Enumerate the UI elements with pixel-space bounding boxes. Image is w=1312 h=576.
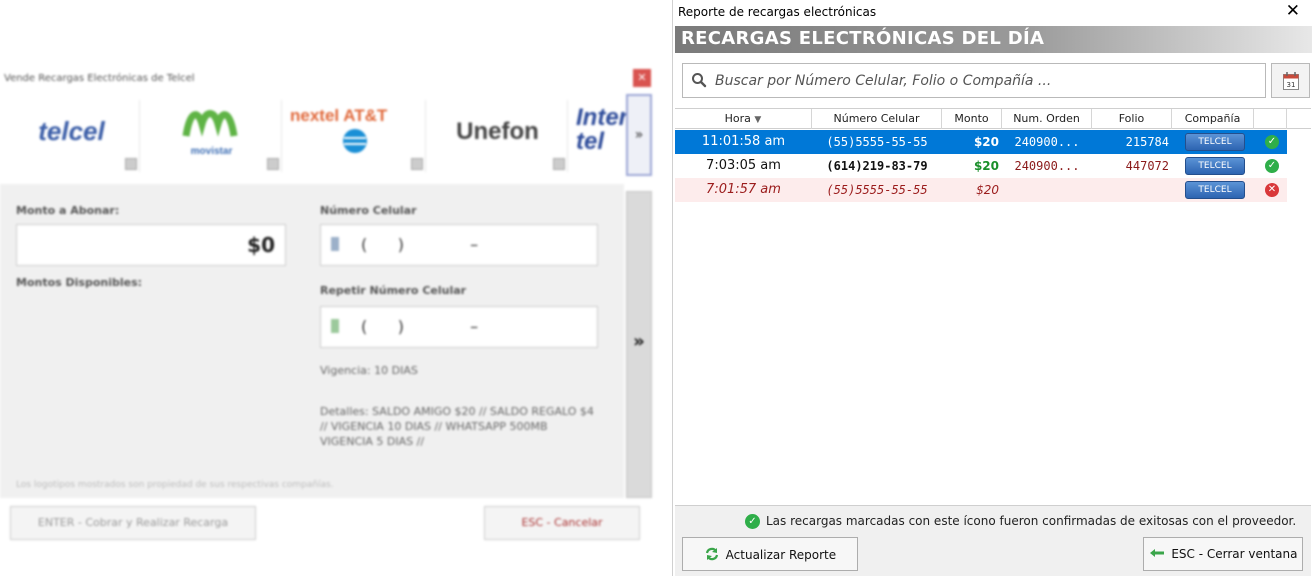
sale-form-panel: Monto a Abonar: $0 Montos Disponibles: N… (0, 184, 624, 498)
att-globe-icon (343, 129, 367, 153)
close-window-button[interactable]: ESC - Cerrar ventana (1143, 537, 1303, 571)
carrier-checkbox[interactable] (411, 158, 423, 170)
carrier-telcel[interactable]: telcel (4, 100, 140, 172)
carousel-next-button[interactable]: » (626, 94, 652, 176)
vigencia-text: Vigencia: 10 DIAS (320, 364, 418, 377)
column-header-hora[interactable]: Hora ▼ (675, 109, 812, 129)
calendar-icon: 31 (1283, 72, 1299, 90)
dialog-footer: ✓ Las recargas marcadas con este ícono f… (675, 505, 1311, 576)
refresh-icon (705, 547, 718, 561)
phone-check-icon (331, 319, 339, 333)
nextel-att-logo: nextel AT&T (290, 106, 388, 125)
amount-label: Monto a Abonar: (16, 204, 120, 217)
repeat-phone-field[interactable]: ( ) – (320, 306, 598, 348)
amount-field[interactable]: $0 (16, 224, 286, 266)
calendar-button[interactable]: 31 (1271, 63, 1310, 98)
cell-orden (1002, 178, 1092, 202)
movistar-m-icon (182, 110, 238, 137)
cell-orden: 240900... (1014, 135, 1080, 149)
cell-hora: 7:03:05 am (706, 158, 781, 173)
column-label: Hora (724, 112, 751, 125)
refresh-label: Actualizar Reporte (725, 548, 837, 562)
repeat-phone-mask: ( ) – (361, 317, 479, 336)
carrier-checkbox[interactable] (267, 158, 279, 170)
table-row[interactable]: 7:01:57 am (55)5555-55-55 $20 TELCEL ✕ (675, 178, 1287, 202)
details-text: Detalles: SALDO AMIGO $20 // SALDO REGAL… (320, 405, 594, 448)
column-header-monto[interactable]: Monto (942, 109, 1002, 129)
cell-numero: (614)219-83-79 (826, 159, 928, 173)
report-dialog: Reporte de recargas electrónicas ✕ RECAR… (672, 0, 1312, 576)
esc-cancel-button[interactable]: ESC - Cancelar (484, 506, 640, 540)
amount-value: $0 (247, 233, 275, 257)
error-x-icon: ✕ (1265, 183, 1279, 197)
phone-label: Número Celular (320, 204, 417, 217)
column-header-compania[interactable]: Compañía (1172, 109, 1254, 129)
success-check-icon: ✓ (1265, 135, 1279, 149)
company-tag-telcel[interactable]: TELCEL (1185, 133, 1245, 151)
column-header-orden[interactable]: Num. Orden (1002, 109, 1092, 129)
company-tag-telcel[interactable]: TELCEL (1185, 181, 1245, 199)
dialog-title: Reporte de recargas electrónicas (678, 5, 877, 19)
carrier-intertel[interactable]: Inter tel (570, 100, 626, 172)
cell-numero: (55)5555-55-55 (826, 183, 928, 197)
logos-footnote: Los logotipos mostrados son propiedad de… (16, 480, 334, 490)
close-window-label: ESC - Cerrar ventana (1171, 547, 1298, 561)
table-row[interactable]: 11:01:58 am (55)5555-55-55 $20 240900...… (675, 130, 1287, 154)
available-amounts-label: Montos Disponibles: (16, 276, 143, 289)
banner-title: RECARGAS ELECTRÓNICAS DEL DÍA (681, 28, 1045, 49)
enter-charge-button[interactable]: ENTER - Cobrar y Realizar Recarga (10, 506, 256, 540)
carrier-checkbox[interactable] (125, 158, 137, 170)
repeat-phone-label: Repetir Número Celular (320, 284, 467, 297)
column-header-status (1254, 109, 1287, 129)
cell-hora: 7:01:57 am (706, 182, 781, 197)
cell-folio: 447072 (1125, 159, 1169, 173)
phone-number-field[interactable]: ( ) – (320, 224, 598, 266)
search-input[interactable] (715, 70, 1255, 92)
calendar-day: 31 (1287, 81, 1296, 89)
cell-numero: (55)5555-55-55 (826, 135, 928, 149)
cell-folio (1092, 178, 1172, 202)
arrow-left-icon (1149, 549, 1164, 557)
cell-monto: $20 (973, 159, 999, 173)
window-title: Vende Recargas Electrónicas de Telcel (4, 73, 195, 84)
phone-mask: ( ) – (361, 235, 479, 254)
legend-note: ✓ Las recargas marcadas con este ícono f… (745, 514, 1297, 529)
cell-monto: $20 (976, 183, 999, 197)
panel-toggle-button[interactable]: » (626, 191, 652, 498)
search-box[interactable] (682, 63, 1266, 98)
success-check-icon: ✓ (1265, 159, 1279, 173)
close-icon[interactable]: ✕ (633, 69, 651, 87)
carrier-nextel-att[interactable]: nextel AT&T (284, 100, 426, 172)
refresh-report-button[interactable]: Actualizar Reporte (682, 537, 858, 571)
close-icon[interactable]: ✕ (1286, 1, 1300, 21)
report-banner: RECARGAS ELECTRÓNICAS DEL DÍA (675, 26, 1312, 53)
background-sale-window: Vende Recargas Electrónicas de Telcel ✕ … (0, 60, 660, 576)
legend-text: Las recargas marcadas con este ícono fue… (766, 514, 1297, 528)
cell-monto: $20 (973, 135, 999, 149)
company-tag-telcel[interactable]: TELCEL (1185, 157, 1245, 175)
carrier-movistar[interactable]: movistar (142, 100, 282, 172)
intertel-logo: Inter tel (576, 104, 626, 155)
cell-folio: 215784 (1125, 135, 1169, 149)
success-check-icon: ✓ (745, 514, 760, 529)
table-row[interactable]: 7:03:05 am (614)219-83-79 $20 240900... … (675, 154, 1287, 178)
telcel-logo: telcel (38, 116, 105, 146)
carrier-checkbox[interactable] (553, 158, 565, 170)
unefon-logo: Unefon (456, 118, 539, 145)
column-header-folio[interactable]: Folio (1092, 109, 1172, 129)
sort-desc-icon: ▼ (754, 115, 762, 125)
table-header: Hora ▼ Número Celular Monto Num. Orden F… (675, 108, 1311, 129)
cell-hora: 11:01:58 am (701, 134, 786, 149)
phone-icon (331, 237, 339, 251)
column-header-numero[interactable]: Número Celular (812, 109, 942, 129)
carrier-unefon[interactable]: Unefon (428, 100, 568, 172)
search-icon (692, 73, 707, 88)
movistar-logo: movistar (190, 146, 233, 157)
cell-orden: 240900... (1014, 159, 1080, 173)
